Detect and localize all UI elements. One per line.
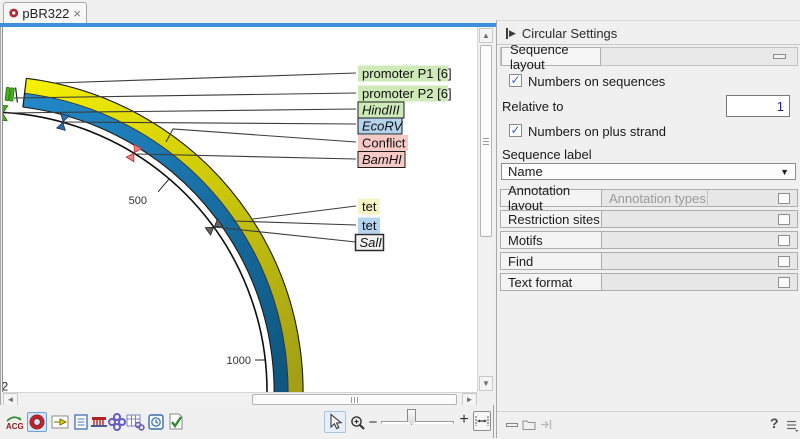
view-toolbar: ACG xyxy=(0,405,493,438)
section-title[interactable]: Motifs xyxy=(501,232,602,248)
section-annotation-layout[interactable]: Annotation layout Annotation types xyxy=(500,189,798,207)
label-promoter-p1[interactable]: promoter P1 [6] xyxy=(362,66,452,81)
tet-gene-band-blue[interactable] xyxy=(24,100,281,392)
section-motifs[interactable]: Motifs xyxy=(500,231,798,249)
zoom-out-button[interactable]: − xyxy=(367,414,379,431)
label-tet-blue[interactable]: tet xyxy=(362,218,377,233)
toolbar-panel-divider xyxy=(493,405,494,438)
section-restriction-sites[interactable]: Restriction sites xyxy=(500,210,798,228)
leader-conflict xyxy=(166,129,356,142)
popout-icon[interactable] xyxy=(778,277,790,288)
sequence-label-dropdown[interactable]: Name ▼ xyxy=(501,163,796,180)
tick-500: 500 xyxy=(129,179,170,207)
label-promoter-p2[interactable]: promoter P2 [6] xyxy=(362,86,452,101)
plasmid-canvas[interactable]: 500 1000 promoter P1 [6] promoter P2 [6]… xyxy=(3,27,477,392)
tab-close-icon[interactable]: × xyxy=(73,8,81,19)
label-bamhi[interactable]: BamHI xyxy=(362,152,402,167)
check-icon: ✓ xyxy=(510,125,520,135)
label-hindiii[interactable]: HindIII xyxy=(362,103,400,118)
vertical-scrollbar[interactable]: ▲ ▼ xyxy=(477,27,493,392)
help-icon[interactable]: ? xyxy=(770,415,779,431)
chevron-down-icon: ▼ xyxy=(780,167,789,177)
vertical-scrollbar-thumb[interactable] xyxy=(480,45,492,237)
tick-label-1000: 1000 xyxy=(227,355,251,367)
side-panel: ▶ Circular Settings Sequence layout ✓ Nu… xyxy=(496,20,800,438)
dock-panel-icon[interactable] xyxy=(540,418,553,431)
label-conflict[interactable]: Conflict xyxy=(362,136,406,151)
numbers-on-sequences-label: Numbers on sequences xyxy=(528,74,665,89)
popout-icon[interactable] xyxy=(778,193,790,204)
tick-1000: 1000 xyxy=(227,355,265,367)
collapse-panel-icon[interactable] xyxy=(506,423,518,427)
sequence-label-caption: Sequence label xyxy=(502,147,592,162)
tab-sequence-layout[interactable]: Sequence layout xyxy=(501,47,601,66)
restriction-map-view-icon[interactable] xyxy=(89,412,109,432)
horizontal-scrollbar-thumb[interactable] xyxy=(252,394,457,405)
selection-cursor-tool[interactable] xyxy=(324,411,346,433)
folder-icon[interactable] xyxy=(522,418,536,431)
horizontal-scrollbar[interactable]: ◄ ► xyxy=(3,392,477,405)
label-tet-yellow[interactable]: tet xyxy=(362,199,377,214)
svg-text:ACG: ACG xyxy=(6,422,24,431)
section-title[interactable]: Find xyxy=(501,253,602,269)
section-title[interactable]: Restriction sites xyxy=(501,211,602,227)
fit-width-icon[interactable] xyxy=(473,411,491,431)
text-view-icon[interactable] xyxy=(71,412,91,432)
section-title[interactable]: Text format xyxy=(501,274,602,290)
numbers-plus-strand-label: Numbers on plus strand xyxy=(528,124,666,139)
section-text-format[interactable]: Text format xyxy=(500,273,798,291)
relative-to-label: Relative to xyxy=(502,99,563,114)
zoom-in-tool-icon[interactable] xyxy=(348,413,368,433)
check-icon: ✓ xyxy=(510,75,520,85)
cloverleaf-view-icon[interactable] xyxy=(107,412,127,432)
window-left-edge xyxy=(0,27,1,406)
panel-status-bar: ? xyxy=(497,411,800,439)
sequence-layout-title: Sequence layout xyxy=(510,42,600,72)
clipped-position-label: 2 xyxy=(3,380,9,393)
group-minimize-icon[interactable] xyxy=(773,54,786,59)
popout-icon[interactable] xyxy=(778,235,790,246)
plasmid-drawing: 500 1000 promoter P1 [6] promoter P2 [6]… xyxy=(3,27,477,392)
popout-icon[interactable] xyxy=(778,256,790,267)
panel-collapse-icon[interactable]: ▶ xyxy=(506,28,516,39)
numbers-on-sequences-checkbox[interactable]: ✓ xyxy=(509,74,522,87)
section-find[interactable]: Find xyxy=(500,252,798,270)
zoom-in-button[interactable]: + xyxy=(457,411,471,429)
promoter-edge-mark xyxy=(16,88,18,103)
zoom-slider-track[interactable] xyxy=(381,421,454,424)
tick-label-500: 500 xyxy=(129,195,147,207)
section-title[interactable]: Annotation layout xyxy=(501,190,602,206)
leader-promoter-p1 xyxy=(55,73,356,83)
popout-icon[interactable] xyxy=(778,214,790,225)
tet-gene-band-yellow[interactable] xyxy=(25,86,295,392)
panel-title: Circular Settings xyxy=(522,26,617,41)
panel-menu-icon[interactable] xyxy=(786,419,799,432)
relative-to-input[interactable] xyxy=(726,95,790,117)
element-info-view-icon[interactable] xyxy=(166,412,186,432)
leader-tet-yellow xyxy=(253,206,356,219)
label-sali[interactable]: SalI xyxy=(360,235,383,250)
history-view-icon[interactable] xyxy=(146,412,166,432)
application-window: { "glyphs": { "close": "×", "check": "✓"… xyxy=(0,0,800,438)
annotation-table-view-icon[interactable] xyxy=(50,412,70,432)
label-ecorv[interactable]: EcoRV xyxy=(362,119,404,134)
tab-title: pBR322 xyxy=(22,6,69,21)
tab-annotation-types[interactable]: Annotation types xyxy=(602,190,708,206)
scroll-down-icon[interactable]: ▼ xyxy=(479,376,493,391)
sequence-view-icon[interactable]: ACG xyxy=(4,412,24,432)
circular-view-icon[interactable] xyxy=(27,412,47,432)
plasmid-backbone-circle xyxy=(3,112,267,392)
scroll-up-icon[interactable]: ▲ xyxy=(479,28,493,43)
primer-table-view-icon[interactable] xyxy=(125,412,145,432)
circular-sequence-icon xyxy=(9,6,18,20)
tab-pbr322[interactable]: pBR322 × xyxy=(3,2,87,23)
promoter-p1-annotation[interactable] xyxy=(5,87,10,100)
promoter-p2-annotation[interactable] xyxy=(9,88,14,101)
band-outline-outer xyxy=(26,78,303,392)
dropdown-selected-value: Name xyxy=(508,164,780,179)
numbers-plus-strand-checkbox[interactable]: ✓ xyxy=(509,124,522,137)
